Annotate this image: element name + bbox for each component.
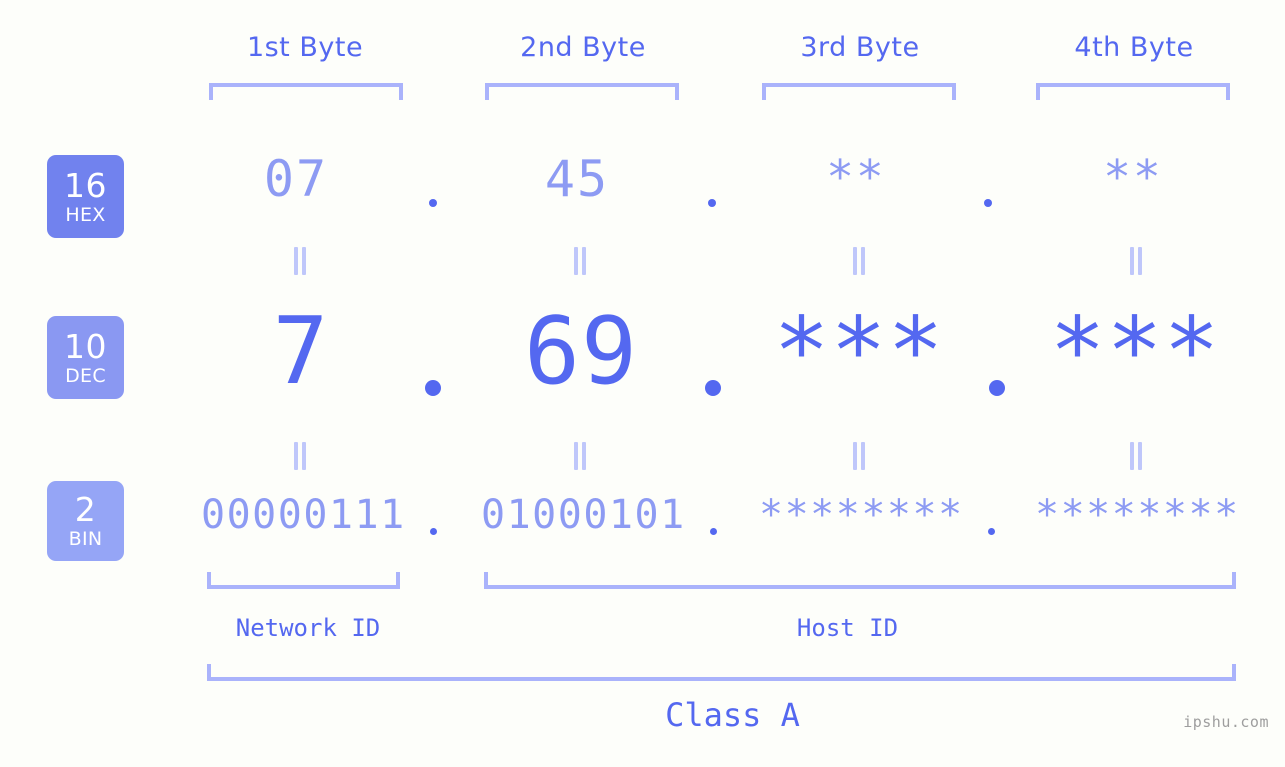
equals-mark-hex-dec-2 [572, 247, 588, 275]
base-badge-bin-number: 2 [74, 490, 97, 529]
hex-byte-1-value: 07 [263, 150, 329, 208]
watermark: ipshu.com [1183, 713, 1269, 731]
ip-address-breakdown-diagram: 1st Byte 2nd Byte 3rd Byte 4th Byte 16 H… [0, 0, 1285, 767]
host-id-label: Host ID [796, 614, 899, 642]
hex-separator-dot-1 [429, 199, 437, 207]
hex-separator-dot-3 [984, 199, 992, 207]
bin-byte-3-value: ******** [759, 492, 964, 538]
byte-header-4: 4th Byte [1074, 32, 1194, 63]
bin-separator-dot-3 [988, 528, 995, 535]
byte-header-2: 2nd Byte [520, 32, 646, 63]
network-id-label: Network ID [235, 614, 381, 642]
bin-byte-2-value: 01000101 [481, 492, 686, 538]
base-badge-bin-name: BIN [68, 528, 103, 550]
dec-byte-3-value: *** [773, 297, 945, 405]
byte-bracket-top-4 [1036, 83, 1230, 100]
equals-mark-dec-bin-1 [292, 442, 308, 470]
equals-mark-hex-dec-1 [292, 247, 308, 275]
dec-separator-dot-2 [705, 380, 721, 396]
dec-byte-4-value: *** [1049, 297, 1221, 405]
class-label: Class A [665, 696, 800, 734]
equals-mark-hex-dec-4 [1128, 247, 1144, 275]
base-badge-dec-number: 10 [64, 326, 107, 366]
byte-bracket-top-3 [762, 83, 956, 100]
equals-mark-dec-bin-4 [1128, 442, 1144, 470]
bin-separator-dot-1 [430, 528, 437, 535]
hex-byte-3-value: ** [826, 150, 886, 204]
equals-mark-dec-bin-3 [851, 442, 867, 470]
hex-byte-4-value: ** [1103, 150, 1163, 204]
host-id-bracket [484, 572, 1236, 589]
dec-separator-dot-3 [989, 380, 1005, 396]
base-badge-bin: 2 BIN [47, 481, 124, 561]
dec-byte-2-value: 69 [524, 297, 638, 405]
hex-byte-2-value: 45 [544, 150, 610, 208]
equals-mark-dec-bin-2 [572, 442, 588, 470]
byte-header-1: 1st Byte [246, 32, 364, 63]
base-badge-dec-name: DEC [65, 364, 106, 387]
equals-mark-hex-dec-3 [851, 247, 867, 275]
class-bracket [207, 664, 1236, 681]
dec-separator-dot-1 [425, 380, 441, 396]
base-badge-hex-name: HEX [65, 203, 106, 226]
base-badge-hex-number: 16 [64, 165, 107, 205]
byte-header-3: 3rd Byte [800, 32, 920, 63]
byte-bracket-top-2 [485, 83, 679, 100]
bin-byte-4-value: ******** [1035, 492, 1240, 538]
byte-bracket-top-1 [209, 83, 403, 100]
network-id-bracket [207, 572, 400, 589]
base-badge-hex: 16 HEX [47, 155, 124, 238]
base-badge-dec: 10 DEC [47, 316, 124, 399]
bin-byte-1-value: 00000111 [201, 492, 406, 538]
bin-separator-dot-2 [710, 528, 717, 535]
hex-separator-dot-2 [708, 199, 716, 207]
dec-byte-1-value: 7 [272, 297, 330, 405]
